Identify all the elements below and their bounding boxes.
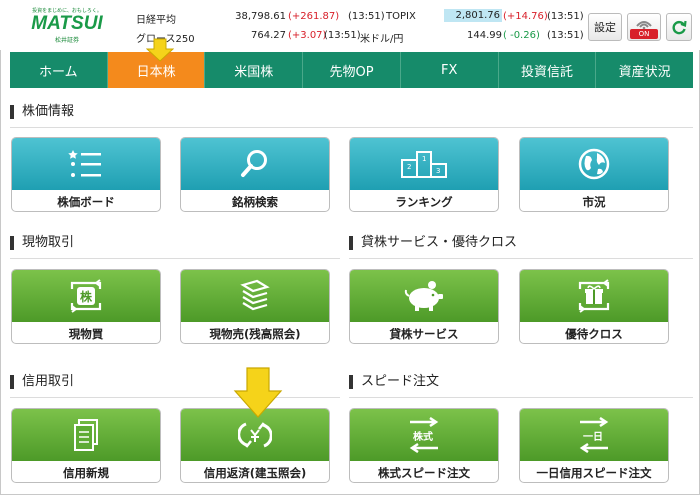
nav-us-stocks[interactable]: 米国株 [205, 52, 304, 88]
stacked-bills-icon [240, 279, 270, 311]
globe-icon [578, 148, 610, 180]
magnifier-icon [241, 150, 267, 177]
tile-benefit-cross[interactable]: 優待クロス [519, 269, 669, 344]
section-title-margin: 信用取引 [10, 374, 74, 390]
tile-icon-area [520, 138, 668, 190]
ticker-name-usdjpy: 米ドル/円 [360, 34, 404, 45]
tile-icon-area: 株式 [350, 409, 498, 461]
matsui-logo[interactable]: 投資をまじめに、おもしろく。 MATSUI 松井証券 [22, 7, 112, 44]
svg-text:3: 3 [436, 167, 440, 175]
section-title-lending: 貸株サービス・優待クロス [349, 235, 517, 251]
tile-label: 現物売(残高照会) [209, 326, 301, 341]
tile-label: 現物買 [68, 326, 104, 341]
tile-stock-speed-order[interactable]: 株式 株式スピード注文 [349, 408, 499, 483]
tile-label: 株価ボード [57, 194, 115, 209]
tile-margin-repay[interactable]: 信用返済(建玉照会) [180, 408, 330, 483]
section-title-cash-trading: 現物取引 [10, 235, 74, 251]
tile-label: 銘柄検索 [232, 194, 278, 209]
tile-label: 信用新規 [63, 465, 109, 480]
tile-market[interactable]: 市況 [519, 137, 669, 212]
nav-assets[interactable]: 資産状況 [596, 52, 693, 88]
main-nav: ホーム 日本株 米国株 先物OP FX 投資信託 資産状況 [10, 52, 693, 88]
tile-icon-area [12, 138, 160, 190]
day-margin-speed-icon: 一日 [579, 417, 609, 453]
logo-name: MATSUI [31, 13, 103, 34]
tile-margin-new[interactable]: 信用新規 [11, 408, 161, 483]
refresh-icon [672, 20, 687, 35]
ticker-name-nikkei: 日経平均 [136, 15, 176, 26]
realtime-toggle-button[interactable]: ON [627, 13, 661, 41]
ticker-time-nikkei: (13:51) [348, 11, 385, 22]
tile-icon-area [350, 270, 498, 322]
tile-label: 一日信用スピード注文 [536, 465, 652, 480]
repay-cycle-icon [238, 422, 272, 448]
stock-exchange-icon: 株 [70, 279, 102, 313]
tile-label: 信用返済(建玉照会) [203, 465, 307, 480]
ticker-change-usdjpy: ( -0.26) [503, 30, 540, 41]
ticker-change-growth: (+3.07) [288, 30, 327, 41]
ticker-value-topix: 2,801.76 [444, 9, 502, 22]
tile-label: 市況 [582, 194, 606, 209]
svg-text:株: 株 [80, 289, 93, 304]
divider [10, 127, 693, 128]
tile-stock-board[interactable]: 株価ボード [11, 137, 161, 212]
ticker-time-growth: (13:51) [324, 30, 361, 41]
tile-stock-search[interactable]: 銘柄検索 [180, 137, 330, 212]
ticker-name-topix: TOPIX [386, 11, 416, 22]
ticker-time-usdjpy: (13:51) [547, 30, 584, 41]
section-title-stock-info: 株価情報 [10, 104, 74, 120]
tile-label: 貸株サービス [389, 326, 459, 341]
gift-exchange-icon [578, 279, 610, 313]
on-badge: ON [630, 29, 658, 39]
divider [10, 258, 340, 259]
list-star-icon [68, 150, 101, 177]
ticker-change-nikkei: (+261.87) [288, 11, 340, 22]
tile-icon-area [181, 270, 329, 322]
svg-text:2: 2 [407, 163, 411, 171]
divider [349, 258, 693, 259]
highlight-arrow-margin-repay [233, 367, 283, 418]
tile-cash-sell[interactable]: 現物売(残高照会) [180, 269, 330, 344]
refresh-button[interactable] [666, 13, 692, 41]
nav-futures-options[interactable]: 先物OP [303, 52, 401, 88]
logo-sub: 松井証券 [54, 37, 79, 44]
documents-icon [74, 419, 98, 451]
piggy-bank-icon [404, 281, 443, 311]
nav-fx[interactable]: FX [401, 52, 499, 88]
section-title-speed: スピード注文 [349, 374, 439, 390]
tile-icon-area [12, 409, 160, 461]
podium-icon: 1 2 3 [401, 151, 447, 178]
ticker-value-nikkei: 38,798.61 [235, 11, 286, 22]
svg-text:株式: 株式 [413, 430, 433, 443]
tile-cash-buy[interactable]: 株 現物買 [11, 269, 161, 344]
stock-speed-icon: 株式 [409, 417, 439, 453]
tile-icon-area: 1 2 3 [350, 138, 498, 190]
nav-investment-trust[interactable]: 投資信託 [499, 52, 597, 88]
svg-text:1: 1 [422, 155, 426, 163]
ticker-time-topix: (13:51) [547, 11, 584, 22]
tile-icon-area [181, 138, 329, 190]
tile-label: ランキング [395, 194, 453, 209]
svg-text:一日: 一日 [583, 431, 603, 443]
ticker-value-growth: 764.27 [251, 30, 286, 41]
tile-label: 優待クロス [565, 326, 623, 341]
divider [349, 397, 693, 398]
tile-day-margin-speed-order[interactable]: 一日 一日信用スピード注文 [519, 408, 669, 483]
settings-label: 設定 [594, 21, 616, 34]
signal-icon [636, 21, 652, 29]
settings-button[interactable]: 設定 [588, 13, 622, 41]
tile-lending-service[interactable]: 貸株サービス [349, 269, 499, 344]
divider [10, 397, 340, 398]
nav-home[interactable]: ホーム [10, 52, 108, 88]
tile-ranking[interactable]: 1 2 3 ランキング [349, 137, 499, 212]
tile-label: 株式スピード注文 [378, 465, 470, 480]
tile-icon-area: 一日 [520, 409, 668, 461]
highlight-arrow-nav [146, 38, 174, 62]
header: 投資をまじめに、おもしろく。 MATSUI 松井証券 日経平均 38,798.6… [0, 0, 700, 50]
tile-icon-area: 株 [12, 270, 160, 322]
ticker-change-topix: (+14.76) [503, 11, 548, 22]
tile-icon-area [520, 270, 668, 322]
ticker-value-usdjpy: 144.99 [467, 30, 502, 41]
